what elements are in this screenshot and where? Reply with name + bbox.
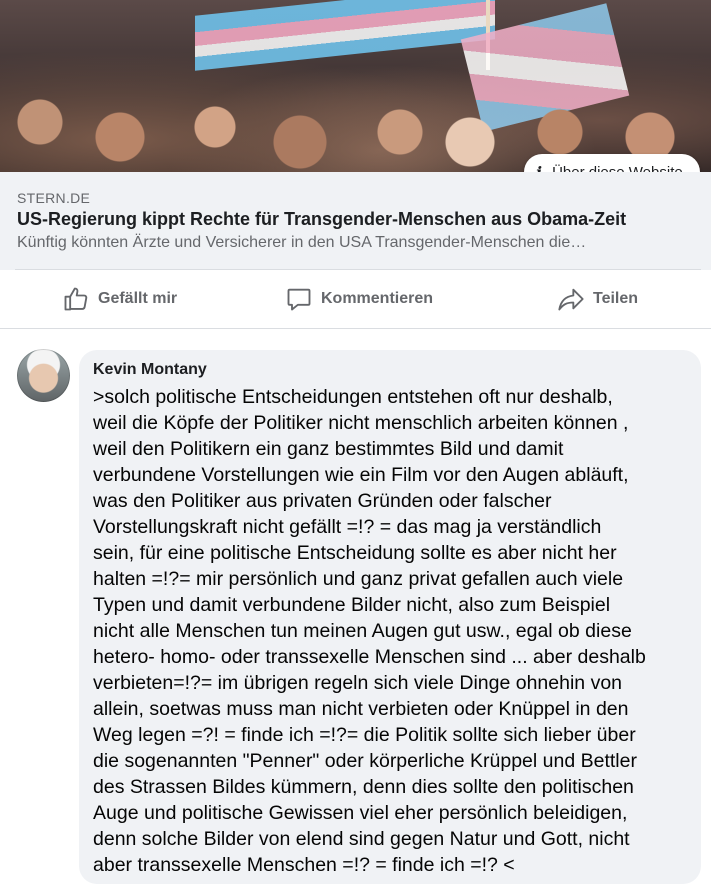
post-action-bar: Gefällt mir Kommentieren Teilen bbox=[0, 270, 711, 328]
link-description: Künftig könnten Ärzte und Versicherer in… bbox=[17, 234, 587, 251]
divider bbox=[0, 328, 711, 329]
link-domain: STERN.DE bbox=[17, 190, 91, 206]
comment-label: Kommentieren bbox=[321, 290, 434, 307]
transgender-flag-image bbox=[195, 0, 495, 71]
comment-button[interactable]: Kommentieren bbox=[285, 270, 433, 328]
comment-text: >solch politische Entscheidungen entsteh… bbox=[93, 386, 646, 876]
link-title[interactable]: US-Regierung kippt Rechte für Transgende… bbox=[17, 209, 626, 230]
comment-bubble: Kevin Montany >solch politische Entschei… bbox=[79, 350, 701, 884]
like-label: Gefällt mir bbox=[98, 290, 178, 307]
avatar[interactable] bbox=[17, 349, 70, 402]
share-arrow-icon bbox=[558, 288, 584, 311]
share-button[interactable]: Teilen bbox=[557, 270, 638, 328]
speech-bubble-icon bbox=[287, 288, 311, 311]
link-preview-image[interactable] bbox=[0, 0, 711, 172]
comment-author[interactable]: Kevin Montany bbox=[93, 360, 687, 380]
thumbs-up-icon bbox=[64, 287, 88, 311]
share-label: Teilen bbox=[593, 290, 639, 307]
like-button[interactable]: Gefällt mir bbox=[62, 270, 177, 328]
link-preview-card[interactable]: STERN.DE US-Regierung kippt Rechte für T… bbox=[0, 172, 711, 270]
